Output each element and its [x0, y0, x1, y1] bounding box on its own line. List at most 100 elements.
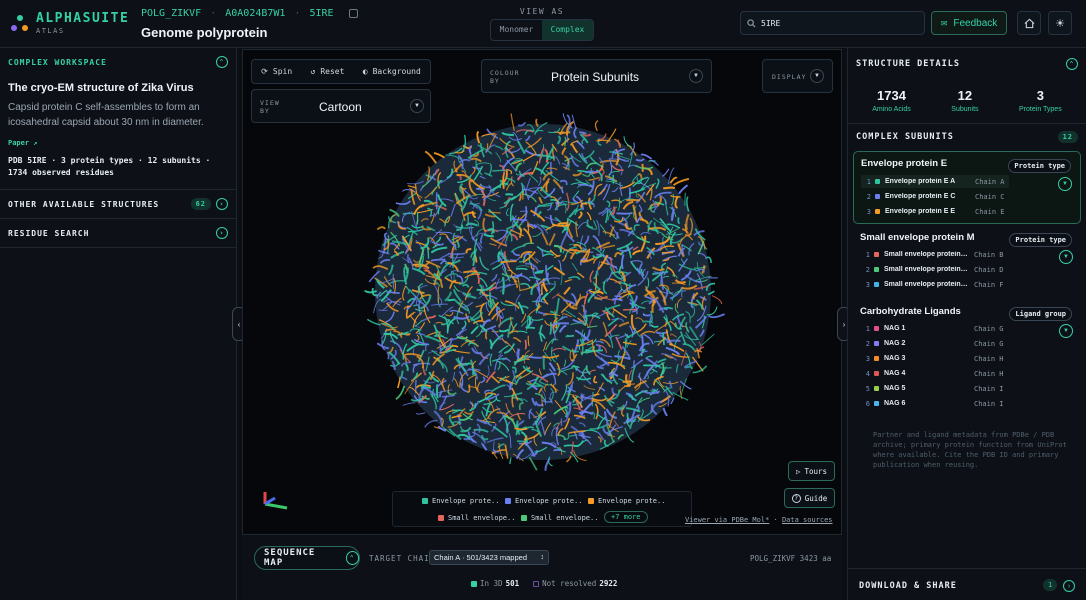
guide-button[interactable]: ? Guide — [784, 488, 835, 508]
uniprot-entry-id[interactable]: POLG_ZIKVF — [141, 8, 201, 19]
target-chain-select[interactable]: Chain A · 501/3423 mapped ↕ — [429, 550, 549, 565]
subunits-count-badge: 12 — [1057, 131, 1078, 143]
chevron-right-icon: › — [216, 227, 228, 239]
ligand-row[interactable]: 2 NAG 2 Chain G — [860, 337, 1008, 350]
home-icon — [1024, 18, 1034, 28]
view-as-label: VIEW AS — [519, 7, 565, 16]
molstar-link[interactable]: Viewer via PDBe Mol* — [685, 516, 769, 524]
logo-icon — [10, 14, 30, 34]
play-icon: ▷ — [795, 466, 801, 476]
brand-name: ALPHASUITE — [36, 11, 130, 26]
sequence-legend: In 3D 501 Not resolved 2922 — [471, 579, 617, 588]
expand-group-button[interactable]: ▼ — [1059, 324, 1073, 338]
expand-group-button[interactable]: ▼ — [1058, 177, 1072, 191]
subunit-row[interactable]: 3 Envelope protein E E Chain E — [861, 205, 1009, 218]
structure-viewer[interactable]: ⟳ Spin ↺ Reset ◐ Background VIEW BY Cartoon… — [242, 49, 842, 535]
tours-button[interactable]: ▷ Tours — [788, 461, 835, 481]
brand-sub: ATLAS — [36, 27, 65, 35]
copy-icon[interactable] — [348, 9, 358, 18]
uniprot-accession[interactable]: A0A024B7W1 — [225, 8, 285, 19]
ligand-row[interactable]: 1 NAG 1 Chain G — [860, 322, 1008, 335]
group-tag: Protein type — [1009, 233, 1072, 247]
residue-search-label: RESIDUE SEARCH — [8, 228, 90, 238]
protein-length: POLG_ZIKVF 3423 aa — [750, 554, 832, 563]
right-panel: STRUCTURE DETAILS ⌃ 1734 Amino Acids 12 Su… — [847, 48, 1086, 600]
stat-subunits: 12 Subunits — [951, 88, 979, 113]
group-tag: Ligand group — [1009, 307, 1072, 321]
metadata-note: Partner and ligand metadata from PDBe / … — [873, 431, 1067, 469]
app-logo[interactable]: ALPHASUITE ATLAS — [10, 12, 129, 35]
group-tag: Protein type — [1008, 159, 1071, 173]
legend-swatch — [422, 498, 428, 504]
stat-amino-acids: 1734 Amino Acids — [872, 88, 911, 113]
workspace-description: Capsid protein C self-assembles to form … — [8, 102, 204, 128]
home-button[interactable] — [1017, 11, 1041, 35]
view-mode-monomer[interactable]: Monomer — [491, 20, 542, 40]
ligand-row[interactable]: 3 NAG 3 Chain H — [860, 352, 1008, 365]
collapse-workspace-button[interactable]: ⌃ — [216, 56, 228, 68]
sequence-map-title: SEQUENCE MAP — [264, 548, 316, 568]
ligand-row[interactable]: 5 NAG 5 Chain I — [860, 382, 1008, 395]
stat-protein-types: 3 Protein Types — [1019, 88, 1062, 113]
subunit-row[interactable]: 2 Small envelope protein M D Chain D — [860, 263, 1008, 276]
subunit-group-small-envelope: Small envelope protein M Protein type ▼ … — [853, 226, 1081, 296]
search-input[interactable] — [761, 18, 911, 28]
legend-item[interactable]: Envelope prote.. — [588, 497, 665, 505]
pdb-id[interactable]: 5IRE — [310, 8, 334, 19]
legend-swatch — [505, 498, 511, 504]
theme-toggle-button[interactable]: ☀ — [1048, 11, 1072, 35]
other-structures-row[interactable]: OTHER AVAILABLE STRUCTURES 62 › — [0, 190, 236, 218]
workspace-meta: PDB 5IRE · 3 protein types · 12 subunits… — [8, 156, 211, 177]
view-as-switch: VIEW AS Monomer Complex — [490, 7, 594, 41]
help-icon: ? — [791, 493, 801, 503]
legend-item[interactable]: Envelope prote.. — [505, 497, 582, 505]
chevron-updown-icon: ↕ — [540, 554, 545, 561]
subunit-group-envelope: Envelope protein E Protein type ▼ 1 Envel… — [853, 151, 1081, 224]
search-icon — [747, 18, 756, 28]
legend-item[interactable]: Small envelope.. — [438, 514, 515, 522]
paper-link[interactable]: Paper ↗ — [0, 130, 236, 147]
complex-subunits-heading: COMPLEX SUBUNITS — [856, 132, 954, 142]
axes-gizmo-icon — [263, 492, 288, 510]
feedback-button[interactable]: ✉ Feedback — [931, 11, 1007, 35]
subunit-row[interactable]: 1 Small envelope protein M B Chain B — [860, 248, 1008, 261]
data-sources-link[interactable]: Data sources — [782, 516, 833, 524]
chevron-right-icon: › — [216, 198, 228, 210]
sequence-map-toggle[interactable]: SEQUENCE MAP ⌃ — [254, 546, 360, 570]
page-title: Genome polyprotein — [141, 25, 268, 40]
legend-more-button[interactable]: +7 more — [604, 511, 648, 523]
collapse-details-button[interactable]: ⌃ — [1066, 58, 1078, 70]
download-count-badge: 1 — [1043, 579, 1058, 591]
search-box — [740, 11, 925, 35]
chevron-left-icon: ‹ — [237, 319, 241, 329]
download-share-row[interactable]: DOWNLOAD & SHARE 1 › — [848, 568, 1086, 600]
legend-swatch — [521, 515, 527, 521]
in-3d-legend: In 3D 501 — [471, 579, 519, 588]
subunit-row[interactable]: 2 Envelope protein E C Chain C — [861, 190, 1009, 203]
legend-item[interactable]: Envelope prote.. — [422, 497, 499, 505]
legend-item[interactable]: Small envelope.. — [521, 514, 598, 522]
ligand-row[interactable]: 4 NAG 4 Chain H — [860, 367, 1008, 380]
residue-search-row[interactable]: RESIDUE SEARCH › — [0, 219, 236, 247]
app-header: ALPHASUITE ATLAS POLG_ZIKVF · A0A024B7W1… — [0, 0, 1086, 48]
expand-group-button[interactable]: ▼ — [1059, 250, 1073, 264]
color-legend: Envelope prote.. Envelope prote.. Envelo… — [392, 491, 692, 527]
left-panel: COMPLEX WORKSPACE ⌃ The cryo-EM structur… — [0, 48, 237, 600]
target-chain-value: Chain A · 501/3423 mapped — [434, 553, 527, 562]
feedback-icon: ✉ — [940, 18, 948, 28]
subunit-row[interactable]: 1 Envelope protein E A Chain A — [861, 175, 1009, 188]
other-structures-label: OTHER AVAILABLE STRUCTURES — [8, 199, 160, 209]
feedback-label: Feedback — [953, 17, 998, 29]
workspace-title: The cryo-EM structure of Zika Virus — [8, 82, 194, 94]
group-title: Envelope protein E — [861, 158, 948, 169]
other-structures-count: 62 — [190, 198, 211, 210]
structure-stats: 1734 Amino Acids 12 Subunits 3 Protein Type… — [848, 80, 1086, 113]
ligand-row[interactable]: 6 NAG 6 Chain I — [860, 397, 1008, 410]
target-chain-label: TARGET CHAIN — [369, 554, 436, 563]
virus-capsid-render[interactable] — [243, 50, 843, 536]
workspace-heading: COMPLEX WORKSPACE — [8, 57, 107, 67]
subunit-row[interactable]: 3 Small envelope protein M F Chain F — [860, 278, 1008, 291]
identifier-row: POLG_ZIKVF · A0A024B7W1 · 5IRE — [141, 8, 358, 19]
view-mode-complex[interactable]: Complex — [542, 20, 593, 40]
group-title: Carbohydrate Ligands — [860, 306, 961, 317]
